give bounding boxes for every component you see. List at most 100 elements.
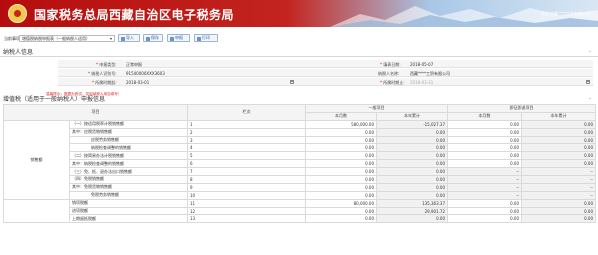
cell-value: 0.00 xyxy=(521,143,596,153)
cell-value[interactable]: 0.00 xyxy=(305,167,377,177)
cell-value[interactable]: 0.00 xyxy=(305,127,377,137)
table-row: （四）免税销售额 8 0.00 0.00 -- -- xyxy=(4,175,596,184)
cell-value[interactable]: 0.00 xyxy=(305,214,377,224)
save-button[interactable]: 保存 xyxy=(143,34,163,42)
cell-value: 0.00 xyxy=(521,119,596,129)
print-icon xyxy=(196,36,201,41)
cell-value[interactable]: 80,000.00 xyxy=(305,198,377,208)
header-line: 栏次 xyxy=(187,104,306,121)
row-line: 13 xyxy=(187,214,306,224)
user-info[interactable]: 欢迎 西藏****工贸有限公司 xyxy=(541,11,590,17)
cell-value[interactable]: 0.00 xyxy=(305,206,377,216)
row-item: 其中：纳税检查调整的销售额 xyxy=(69,159,188,169)
cell-value[interactable]: 580,000.00 xyxy=(305,119,377,129)
cell-value[interactable]: 0.00 xyxy=(305,159,377,169)
table-row: 销项税额 11 80,000.00 135,363.37 0.00 0.00 xyxy=(3,198,596,224)
cell-value[interactable]: 0.00 xyxy=(447,214,522,224)
cell-value: -- xyxy=(447,167,522,177)
table-row: 其中：纳税检查调整的销售额 6 0.00 0.00 0.00 0.00 xyxy=(4,159,596,169)
cell-value: -- xyxy=(521,182,596,192)
declare-button-label: 申报 xyxy=(175,35,183,40)
taxpayer-section-title: 纳税人信息 xyxy=(3,49,34,56)
row-item: （四）免税销售额 xyxy=(69,175,188,184)
row-item: 销项税额 xyxy=(69,198,188,208)
cell-value[interactable]: 0.00 xyxy=(447,206,522,216)
collapse-icon[interactable]: ⌄ xyxy=(588,95,592,101)
declaration-type-value: 增值税纳税申报表（一般纳税人适用） xyxy=(22,35,90,41)
row-line: 10 xyxy=(187,190,306,200)
row-item: （三）免、抵、退办法出口销售额 xyxy=(69,167,188,177)
cell-value[interactable]: 0.00 xyxy=(305,151,377,161)
fill-date-value: 2018-05-07 xyxy=(410,62,434,67)
cell-value[interactable]: 0.00 xyxy=(447,151,522,161)
cell-value: 29,901.72 xyxy=(376,206,448,216)
category-empty xyxy=(3,198,70,224)
print-button[interactable]: 打印 xyxy=(194,34,218,42)
collapse-icon[interactable]: ⌄ xyxy=(588,48,592,54)
table-row: （二）按简易办法计税销售额 5 0.00 0.00 0.00 0.00 xyxy=(4,151,596,161)
cell-value[interactable]: 0.00 xyxy=(447,119,522,129)
header-year-total: 本年累计 xyxy=(521,111,596,121)
row-line: 6 xyxy=(187,159,306,169)
header-general: 一般项目 xyxy=(305,104,448,113)
header-immediate: 即征即退项目 xyxy=(447,104,596,113)
cell-value: 0.00 xyxy=(521,127,596,137)
cell-value[interactable]: 0.00 xyxy=(305,175,377,184)
cell-value: 135,363.37 xyxy=(376,198,448,208)
row-item: 上期留抵税额 xyxy=(69,214,188,224)
table-row: 销售额 （一）按适用税率计税销售额 1 580,000.00 -15,027.3… xyxy=(3,119,596,200)
table-row: 其中：应税货物销售额 2 0.00 0.00 0.00 0.00 xyxy=(4,127,596,137)
cell-value[interactable]: 0.00 xyxy=(305,190,377,200)
cell-value[interactable]: 0.00 xyxy=(447,135,522,145)
cell-value[interactable]: 0.00 xyxy=(305,143,377,153)
period-start-value[interactable]: 2018-03-01 xyxy=(126,80,149,85)
section-divider xyxy=(0,56,598,57)
vat-declaration-table: 项目 栏次 一般项目 即征即退项目 本月数 本年累计 本月数 本年累计 销售额 … xyxy=(3,104,596,224)
import-icon xyxy=(120,36,125,41)
cell-value: -- xyxy=(521,175,596,184)
cell-value[interactable]: 0.00 xyxy=(305,182,377,192)
save-button-label: 保存 xyxy=(151,35,159,40)
cell-value: 0.00 xyxy=(521,135,596,145)
declare-type-value: 正常申报 xyxy=(126,62,142,67)
cell-value: -- xyxy=(447,182,522,192)
taxpayer-row-3: * 所属时期起: 2018-03-01 * 所属时期止: 2018-03-31 xyxy=(58,78,593,86)
taxpayer-name-label: 纳税人名称: xyxy=(378,71,400,76)
cell-value[interactable]: 0.00 xyxy=(305,135,377,145)
cell-value: 0.00 xyxy=(376,214,448,224)
cell-value: 0.00 xyxy=(376,167,448,177)
tax-logo-icon xyxy=(8,4,27,23)
category-sales: 销售额 xyxy=(3,119,70,200)
taxpayer-id-label: * 纳税人识别号: xyxy=(88,71,117,76)
cell-value[interactable]: 0.00 xyxy=(447,143,522,153)
table-row: 纳税检查调整的销售额 4 0.00 0.00 0.00 0.00 xyxy=(4,143,596,153)
row-line: 9 xyxy=(187,182,306,192)
table-row: （三）免、抵、退办法出口销售额 7 0.00 0.00 -- -- xyxy=(4,167,596,177)
import-button-label: 导入 xyxy=(126,35,134,40)
app-header: 国家税务总局西藏自治区电子税务局 欢迎 西藏****工贸有限公司 xyxy=(0,0,598,27)
header-year-total: 本年累计 xyxy=(376,111,448,121)
period-end-label: * 所属时期止: xyxy=(380,80,405,85)
declare-button[interactable]: 申报 xyxy=(167,34,190,42)
calendar-icon[interactable] xyxy=(586,79,590,84)
calendar-icon[interactable] xyxy=(290,79,294,84)
cell-value: 0.00 xyxy=(376,143,448,153)
row-line: 5 xyxy=(187,151,306,161)
cell-value: 0.00 xyxy=(376,159,448,169)
cell-value: 0.00 xyxy=(376,182,448,192)
cell-value[interactable]: 0.00 xyxy=(447,159,522,169)
import-button[interactable]: 导入 xyxy=(118,34,140,42)
cell-value: -- xyxy=(521,167,596,177)
row-line: 2 xyxy=(187,127,306,137)
cell-value[interactable]: 0.00 xyxy=(447,198,522,208)
row-line: 3 xyxy=(187,135,306,145)
fill-date-label: * 填表日期: xyxy=(380,62,401,67)
taxpayer-row-1: * 申报类型: 正常申报 * 填表日期: 2018-05-07 xyxy=(58,60,593,68)
header-item: 项目 xyxy=(3,104,188,121)
row-item: （一）按适用税率计税销售额 xyxy=(69,119,188,129)
declaration-type-select[interactable]: 增值税纳税申报表（一般纳税人适用） ▾ xyxy=(19,34,115,42)
row-item: 其中：免税货物销售额 xyxy=(69,182,188,192)
table-row: 上期留抵税额 13 0.00 0.00 0.00 0.00 xyxy=(4,214,596,224)
period-end-value[interactable]: 2018-03-31 xyxy=(410,80,433,85)
cell-value[interactable]: 0.00 xyxy=(447,127,522,137)
